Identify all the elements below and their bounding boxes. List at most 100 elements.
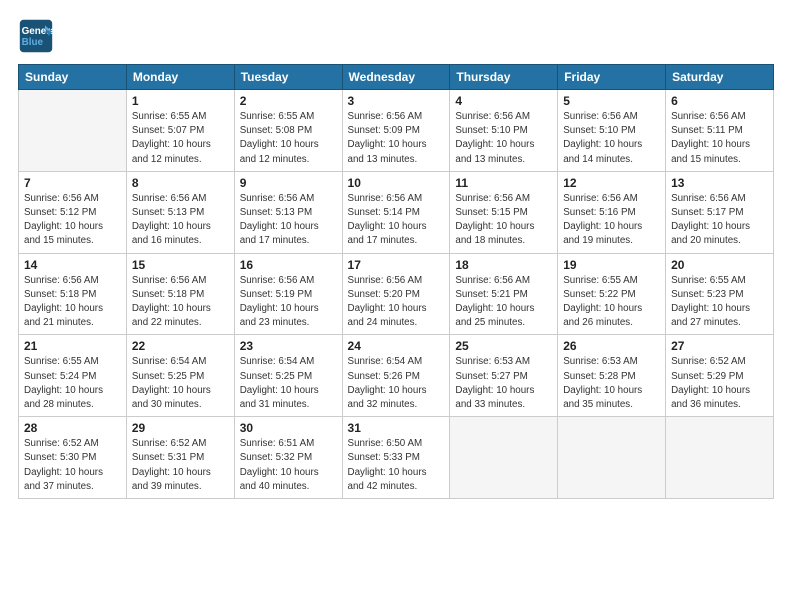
day-info: Sunrise: 6:56 AMSunset: 5:13 PMDaylight:… [240, 192, 337, 249]
day-info: Sunrise: 6:55 AMSunset: 5:24 PMDaylight:… [24, 355, 121, 412]
page: General Blue SundayMondayTuesdayWednesda… [0, 0, 792, 612]
day-number: 5 [563, 94, 660, 108]
day-number: 15 [132, 258, 229, 272]
day-number: 31 [348, 421, 445, 435]
day-number: 9 [240, 176, 337, 190]
day-number: 11 [455, 176, 552, 190]
calendar-cell: 14 Sunrise: 6:56 AMSunset: 5:18 PMDayligh… [19, 253, 127, 335]
calendar-cell: 11 Sunrise: 6:56 AMSunset: 5:15 PMDayligh… [450, 171, 558, 253]
day-info: Sunrise: 6:53 AMSunset: 5:28 PMDaylight:… [563, 355, 660, 412]
calendar-cell: 3 Sunrise: 6:56 AMSunset: 5:09 PMDaylight… [342, 90, 450, 172]
weekday-header: Tuesday [234, 65, 342, 90]
calendar-cell: 23 Sunrise: 6:54 AMSunset: 5:25 PMDayligh… [234, 335, 342, 417]
day-info: Sunrise: 6:56 AMSunset: 5:09 PMDaylight:… [348, 110, 445, 167]
calendar-cell: 21 Sunrise: 6:55 AMSunset: 5:24 PMDayligh… [19, 335, 127, 417]
calendar-cell: 12 Sunrise: 6:56 AMSunset: 5:16 PMDayligh… [558, 171, 666, 253]
day-number: 28 [24, 421, 121, 435]
day-number: 13 [671, 176, 768, 190]
calendar-cell: 26 Sunrise: 6:53 AMSunset: 5:28 PMDayligh… [558, 335, 666, 417]
week-row: 21 Sunrise: 6:55 AMSunset: 5:24 PMDayligh… [19, 335, 774, 417]
day-info: Sunrise: 6:50 AMSunset: 5:33 PMDaylight:… [348, 437, 445, 494]
day-info: Sunrise: 6:51 AMSunset: 5:32 PMDaylight:… [240, 437, 337, 494]
weekday-header: Friday [558, 65, 666, 90]
day-info: Sunrise: 6:53 AMSunset: 5:27 PMDaylight:… [455, 355, 552, 412]
week-row: 14 Sunrise: 6:56 AMSunset: 5:18 PMDayligh… [19, 253, 774, 335]
day-info: Sunrise: 6:54 AMSunset: 5:25 PMDaylight:… [132, 355, 229, 412]
weekday-header: Sunday [19, 65, 127, 90]
day-number: 2 [240, 94, 337, 108]
day-number: 8 [132, 176, 229, 190]
svg-text:Blue: Blue [22, 37, 44, 48]
day-number: 19 [563, 258, 660, 272]
day-info: Sunrise: 6:56 AMSunset: 5:20 PMDaylight:… [348, 274, 445, 331]
day-number: 25 [455, 339, 552, 353]
day-number: 22 [132, 339, 229, 353]
calendar-cell: 9 Sunrise: 6:56 AMSunset: 5:13 PMDaylight… [234, 171, 342, 253]
calendar-cell [666, 417, 774, 499]
calendar-cell: 15 Sunrise: 6:56 AMSunset: 5:18 PMDayligh… [126, 253, 234, 335]
day-info: Sunrise: 6:56 AMSunset: 5:21 PMDaylight:… [455, 274, 552, 331]
day-number: 30 [240, 421, 337, 435]
day-info: Sunrise: 6:56 AMSunset: 5:10 PMDaylight:… [563, 110, 660, 167]
header: General Blue [18, 18, 774, 54]
day-number: 29 [132, 421, 229, 435]
day-number: 18 [455, 258, 552, 272]
day-number: 23 [240, 339, 337, 353]
week-row: 7Sunrise: 6:56 AMSunset: 5:12 PMDaylight… [19, 171, 774, 253]
week-row: 1 Sunrise: 6:55 AMSunset: 5:07 PMDaylight… [19, 90, 774, 172]
day-info: Sunrise: 6:54 AMSunset: 5:25 PMDaylight:… [240, 355, 337, 412]
calendar-cell: 29 Sunrise: 6:52 AMSunset: 5:31 PMDayligh… [126, 417, 234, 499]
calendar-cell [19, 90, 127, 172]
weekday-header: Monday [126, 65, 234, 90]
weekday-header: Wednesday [342, 65, 450, 90]
calendar-cell: 8 Sunrise: 6:56 AMSunset: 5:13 PMDaylight… [126, 171, 234, 253]
day-info: Sunrise: 6:55 AMSunset: 5:07 PMDaylight:… [132, 110, 229, 167]
calendar-cell: 28 Sunrise: 6:52 AMSunset: 5:30 PMDayligh… [19, 417, 127, 499]
calendar-cell: 27Sunrise: 6:52 AMSunset: 5:29 PMDayligh… [666, 335, 774, 417]
calendar-cell: 19 Sunrise: 6:55 AMSunset: 5:22 PMDayligh… [558, 253, 666, 335]
day-info: Sunrise: 6:56 AMSunset: 5:14 PMDaylight:… [348, 192, 445, 249]
calendar-cell: 10 Sunrise: 6:56 AMSunset: 5:14 PMDayligh… [342, 171, 450, 253]
day-number: 16 [240, 258, 337, 272]
day-info: Sunrise: 6:56 AMSunset: 5:18 PMDaylight:… [132, 274, 229, 331]
day-info: Sunrise: 6:52 AMSunset: 5:30 PMDaylight:… [24, 437, 121, 494]
day-info: Sunrise: 6:56 AMSunset: 5:15 PMDaylight:… [455, 192, 552, 249]
calendar-cell: 22 Sunrise: 6:54 AMSunset: 5:25 PMDayligh… [126, 335, 234, 417]
day-info: Sunrise: 6:55 AMSunset: 5:23 PMDaylight:… [671, 274, 768, 331]
day-number: 10 [348, 176, 445, 190]
day-info: Sunrise: 6:52 AMSunset: 5:31 PMDaylight:… [132, 437, 229, 494]
day-info: Sunrise: 6:56 AMSunset: 5:11 PMDaylight:… [671, 110, 768, 167]
day-info: Sunrise: 6:56 AMSunset: 5:16 PMDaylight:… [563, 192, 660, 249]
day-number: 6 [671, 94, 768, 108]
day-number: 26 [563, 339, 660, 353]
calendar-table: SundayMondayTuesdayWednesdayThursdayFrid… [18, 64, 774, 499]
calendar-cell: 31 Sunrise: 6:50 AMSunset: 5:33 PMDayligh… [342, 417, 450, 499]
day-info: Sunrise: 6:56 AMSunset: 5:18 PMDaylight:… [24, 274, 121, 331]
calendar-cell: 25 Sunrise: 6:53 AMSunset: 5:27 PMDayligh… [450, 335, 558, 417]
calendar-cell: 30 Sunrise: 6:51 AMSunset: 5:32 PMDayligh… [234, 417, 342, 499]
day-number: 3 [348, 94, 445, 108]
day-number: 12 [563, 176, 660, 190]
day-number: 4 [455, 94, 552, 108]
day-number: 27 [671, 339, 768, 353]
logo-icon: General Blue [18, 18, 54, 54]
calendar-cell [450, 417, 558, 499]
day-number: 21 [24, 339, 121, 353]
day-info: Sunrise: 6:55 AMSunset: 5:22 PMDaylight:… [563, 274, 660, 331]
calendar-cell: 13 Sunrise: 6:56 AMSunset: 5:17 PMDayligh… [666, 171, 774, 253]
calendar-cell: 24Sunrise: 6:54 AMSunset: 5:26 PMDayligh… [342, 335, 450, 417]
day-info: Sunrise: 6:55 AMSunset: 5:08 PMDaylight:… [240, 110, 337, 167]
weekday-header: Thursday [450, 65, 558, 90]
day-number: 14 [24, 258, 121, 272]
logo: General Blue [18, 18, 54, 54]
day-number: 1 [132, 94, 229, 108]
calendar-cell: 7Sunrise: 6:56 AMSunset: 5:12 PMDaylight… [19, 171, 127, 253]
day-info: Sunrise: 6:54 AMSunset: 5:26 PMDaylight:… [348, 355, 445, 412]
calendar-cell: 1 Sunrise: 6:55 AMSunset: 5:07 PMDaylight… [126, 90, 234, 172]
day-number: 20 [671, 258, 768, 272]
calendar-cell: 4Sunrise: 6:56 AMSunset: 5:10 PMDaylight… [450, 90, 558, 172]
day-info: Sunrise: 6:56 AMSunset: 5:13 PMDaylight:… [132, 192, 229, 249]
day-number: 17 [348, 258, 445, 272]
calendar-header-row: SundayMondayTuesdayWednesdayThursdayFrid… [19, 65, 774, 90]
day-info: Sunrise: 6:56 AMSunset: 5:17 PMDaylight:… [671, 192, 768, 249]
